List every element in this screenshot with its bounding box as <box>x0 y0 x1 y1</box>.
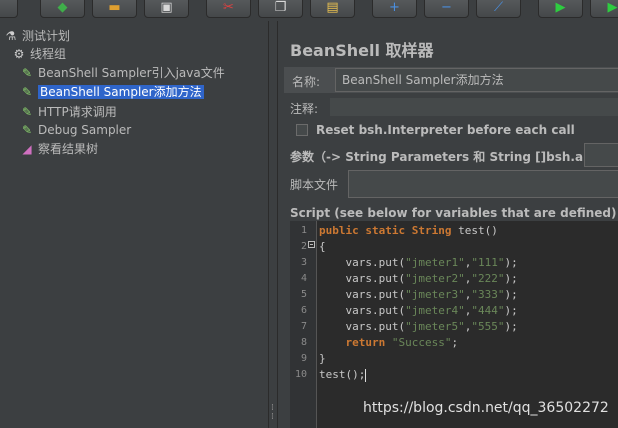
tree-item[interactable]: ✎ BeanShell Sampler引入java文件 <box>19 64 225 82</box>
script-file-label: 脚本文件 <box>290 178 339 192</box>
start-button[interactable]: ▶ <box>538 0 583 18</box>
line-number-gutter: 1 2 3 4 5 6 7 8 9 10 <box>290 221 317 428</box>
line-number: 10 <box>294 369 307 380</box>
code-line[interactable]: vars.put("jmeter3","333"); <box>319 287 517 303</box>
line-number: 2 <box>300 241 307 252</box>
paste-icon: ▤ <box>326 0 339 15</box>
new-button[interactable]: ▮ <box>0 0 18 18</box>
comment-field[interactable] <box>330 98 618 116</box>
parameters-field[interactable] <box>584 143 618 167</box>
pipette-icon: ✎ <box>21 85 33 99</box>
reset-interpreter-checkbox[interactable] <box>296 124 308 136</box>
script-editor[interactable]: 1 2 3 4 5 6 7 8 9 10 public static String test(){… <box>290 221 618 428</box>
gear-icon: ⚙ <box>13 47 25 61</box>
line-number: 9 <box>300 353 307 364</box>
code-line[interactable]: } <box>319 351 326 367</box>
line-number: 6 <box>300 305 307 316</box>
save-button[interactable]: ▣ <box>144 0 189 18</box>
tree-item-label: 察看结果树 <box>38 142 99 156</box>
toggle-button[interactable]: ⟋ <box>476 0 521 18</box>
templates-button[interactable]: ◆ <box>40 0 85 18</box>
code-line[interactable]: vars.put("jmeter5","555"); <box>319 319 517 335</box>
pipette-icon: ✎ <box>21 123 33 137</box>
new-icon: ▮ <box>0 1 17 15</box>
save-icon: ▣ <box>160 0 173 15</box>
beanshell-sampler-panel: BeanShell 取样器 名称: BeanShell Sampler添加方法 … <box>279 21 618 428</box>
panel-title: BeanShell 取样器 <box>290 41 434 60</box>
cut-button[interactable]: ✂ <box>206 0 251 18</box>
text-caret <box>365 368 367 382</box>
toggle-icon: ⟋ <box>493 0 504 15</box>
line-number: 5 <box>300 289 307 300</box>
code-line[interactable]: { <box>319 239 326 255</box>
watermark: https://blog.csdn.net/qq_36502272 <box>363 400 609 416</box>
tree-item[interactable]: ✎ HTTP请求调用 <box>19 103 117 121</box>
line-number: 8 <box>300 337 307 348</box>
copy-button[interactable]: ❐ <box>258 0 303 18</box>
code-line[interactable]: return "Success"; <box>319 335 459 351</box>
collapse-button[interactable]: − <box>424 0 469 18</box>
collapse-icon: − <box>441 0 452 15</box>
script-file-field[interactable] <box>348 170 618 198</box>
tree-item[interactable]: ⚗ 测试计划 <box>3 27 70 45</box>
tree-item[interactable]: ⚙ 线程组 <box>11 45 66 63</box>
tree-item[interactable]: ◢ 察看结果树 <box>19 140 98 158</box>
tree-item-label: BeanShell Sampler引入java文件 <box>38 66 225 80</box>
code-line[interactable]: vars.put("jmeter2","222"); <box>319 271 517 287</box>
code-line[interactable]: public static String test() <box>319 223 498 239</box>
line-number: 1 <box>300 225 307 236</box>
expand-icon: + <box>389 0 400 15</box>
code-line[interactable]: test(); <box>319 367 367 383</box>
pipette-icon: ✎ <box>21 66 33 80</box>
script-heading: Script (see below for variables that are… <box>290 206 617 220</box>
start-no-pause-icon: ▶ <box>607 0 618 15</box>
tree-item-label: Debug Sampler <box>38 123 132 137</box>
cut-icon: ✂ <box>223 0 234 15</box>
code-line[interactable]: vars.put("jmeter1","111"); <box>319 255 517 271</box>
line-number: 7 <box>300 321 307 332</box>
expand-button[interactable]: + <box>372 0 417 18</box>
tree-item-label: BeanShell Sampler添加方法 <box>38 85 204 99</box>
line-number: 3 <box>300 257 307 268</box>
paste-button[interactable]: ▤ <box>310 0 355 18</box>
start-no-pause-button[interactable]: ▶ <box>590 0 618 18</box>
pipette-icon: ✎ <box>21 105 33 119</box>
line-number: 4 <box>300 273 307 284</box>
copy-icon: ❐ <box>274 0 287 15</box>
chart-icon: ◢ <box>22 142 32 156</box>
tree-item[interactable]: ✎ Debug Sampler <box>19 121 131 139</box>
name-field[interactable]: BeanShell Sampler添加方法 <box>335 68 618 92</box>
open-icon: ▬ <box>108 0 121 15</box>
flask-icon: ⚗ <box>5 29 17 43</box>
tree-item-label: 测试计划 <box>22 29 71 43</box>
reset-interpreter-label: Reset bsh.Interpreter before each call <box>316 123 575 137</box>
tree-item-label: HTTP请求调用 <box>38 105 117 119</box>
splitter-grip-icon[interactable]: ⁞ ⁞ <box>271 404 274 422</box>
pane-splitter[interactable]: ⁞ ⁞ <box>268 21 278 428</box>
comment-label: 注释: <box>290 102 319 116</box>
fold-toggle-icon[interactable] <box>308 241 315 248</box>
test-plan-tree: ⚗ 测试计划 ⚙ 线程组 ✎ BeanShell Sampler引入java文件 ✎ Bean… <box>0 21 268 428</box>
start-icon: ▶ <box>555 0 566 15</box>
name-row: 名称: BeanShell Sampler添加方法 <box>284 67 618 93</box>
open-button[interactable]: ▬ <box>92 0 137 18</box>
tree-item-label: 线程组 <box>30 47 67 61</box>
name-label: 名称: <box>292 75 321 89</box>
toolbar: ▮ ◆ ▬ ▣ ✂ ❐ ▤ + − ⟋ ▶ ▶ <box>0 0 618 21</box>
parameters-label: 参数（-> String Parameters 和 String []bsh.a… <box>290 150 617 164</box>
templates-icon: ◆ <box>57 0 68 15</box>
tree-item[interactable]: ✎ BeanShell Sampler添加方法 <box>19 83 204 101</box>
code-line[interactable]: vars.put("jmeter4","444"); <box>319 303 517 319</box>
